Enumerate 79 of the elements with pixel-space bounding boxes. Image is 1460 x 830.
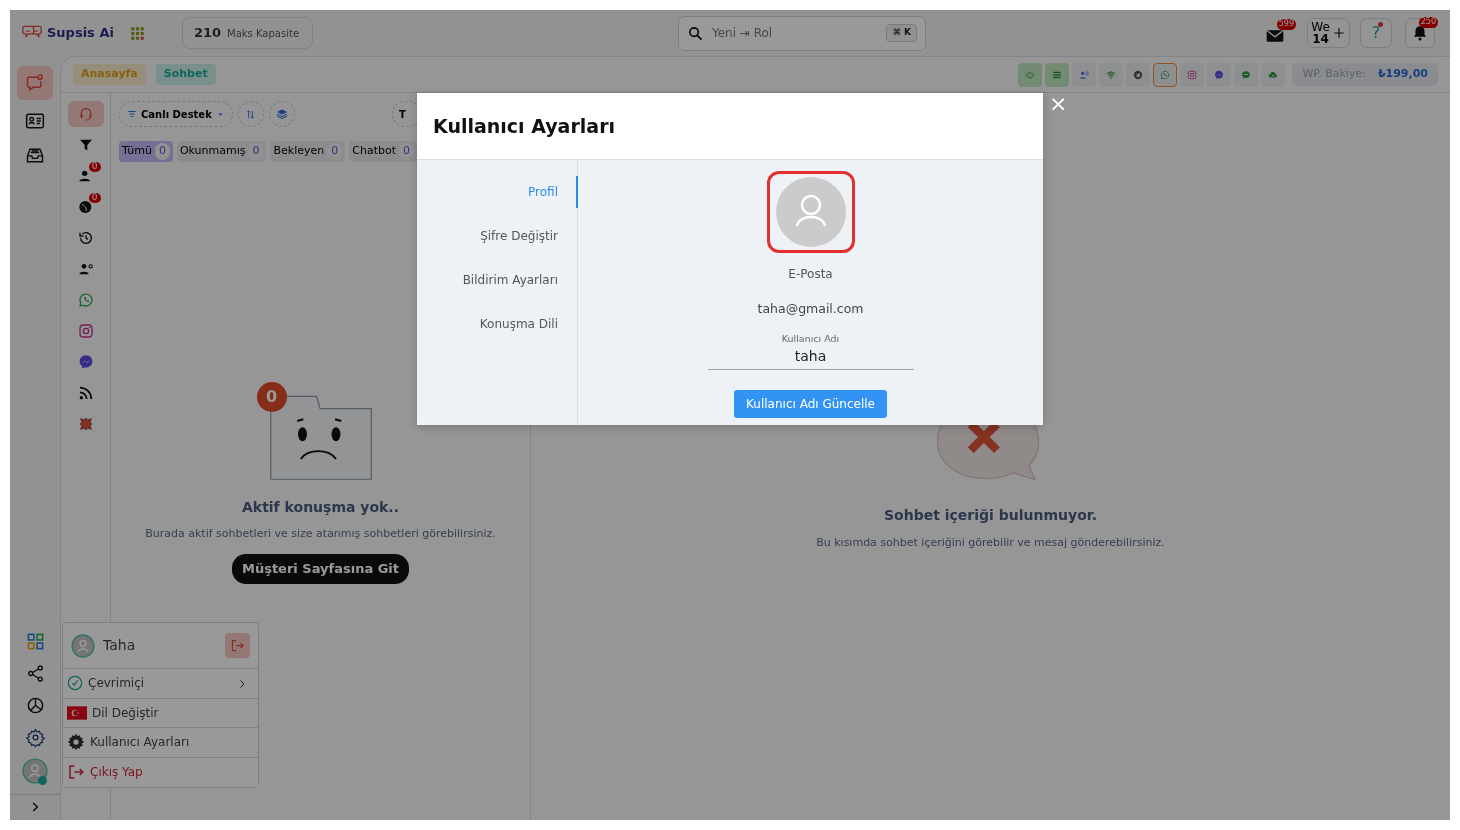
channel-button[interactable]	[1153, 62, 1178, 87]
email-label: E-Posta	[788, 266, 833, 283]
settings-tab[interactable]: Profil	[417, 176, 578, 208]
flag-icon	[67, 705, 87, 720]
empty-title: Sohbet içeriği bulunmuyor.	[884, 506, 1097, 525]
channel-button[interactable]	[1207, 62, 1232, 87]
user-gear-icon	[77, 261, 94, 277]
apps-grid-icon	[129, 26, 145, 41]
search-icon	[686, 24, 704, 42]
capacity-value: 210	[193, 24, 222, 43]
channel-button[interactable]	[1234, 62, 1259, 87]
dialog-title: Kullanıcı Ayarları	[433, 113, 615, 139]
logout-icon	[230, 638, 245, 653]
share-icon	[25, 663, 45, 683]
update-username-button[interactable]: Kullanıcı Adı Güncelle	[734, 390, 887, 418]
id-card-icon	[25, 111, 45, 131]
search-field[interactable]: Yeni ⇥ Rol ⌘ K	[677, 15, 926, 51]
empty-title: Aktif konuşma yok..	[242, 497, 399, 517]
logout-button[interactable]	[225, 633, 250, 658]
bell-icon	[1411, 24, 1429, 42]
check-circle-icon	[67, 675, 83, 692]
nav-button[interactable]	[17, 66, 53, 100]
username-label: Kullanıcı Adı	[781, 331, 840, 346]
settings-tab[interactable]: Konuşma Dili	[417, 308, 578, 340]
count-badge: 0	[88, 193, 101, 203]
shortcut-key: ⌘ K	[886, 24, 917, 42]
channel-button[interactable]	[1099, 62, 1124, 87]
channel-filter-button[interactable]: 0	[67, 194, 104, 220]
notification-dot	[1378, 22, 1383, 27]
camera-icon	[77, 323, 94, 339]
channel-button[interactable]	[1261, 62, 1286, 87]
channel-button[interactable]	[1126, 62, 1151, 87]
history-icon	[77, 230, 94, 246]
username-field[interactable]: taha	[707, 346, 914, 370]
filter-lines-icon	[127, 109, 137, 119]
count-badge: 0	[256, 381, 287, 412]
empty-description: Bu kısımda sohbet içeriğini görebilir ve mesaj gönderebilirsiniz.	[816, 535, 1165, 551]
empty-description: Burada aktif sohbetleri ve size atanmış sohbetleri görebilirsiniz.	[145, 525, 496, 542]
channel-button[interactable]	[1045, 62, 1070, 87]
pie-chart-icon	[25, 695, 45, 715]
chat-bubble-icon	[25, 73, 45, 93]
conversation-tab[interactable]: Tümü 0	[119, 141, 173, 162]
capacity-label: Maks Kapasite	[227, 26, 300, 41]
notification-badge: 250	[1418, 17, 1438, 28]
user-name: Taha	[103, 636, 136, 655]
channel-filter-button[interactable]: 0	[67, 163, 104, 189]
close-button[interactable]: ×	[1047, 93, 1070, 115]
channel-button[interactable]	[1072, 62, 1097, 87]
conversation-tab[interactable]: Chatbot 0	[349, 141, 417, 162]
notifications-button[interactable]: 250	[1405, 18, 1435, 48]
mail-badge: 599	[1276, 19, 1296, 30]
sort-icon	[245, 108, 257, 120]
layers-icon	[275, 108, 288, 120]
day-number: 14	[1311, 33, 1330, 45]
rss-icon	[77, 385, 94, 401]
brand-name: Supsis Ai	[47, 24, 114, 43]
settings-tab[interactable]: Şifre Değiştir	[417, 220, 578, 252]
avatar-icon	[71, 633, 95, 658]
conversation-tab[interactable]: Okunmamış 0	[176, 141, 267, 162]
avatar-icon	[775, 177, 846, 247]
channel-button[interactable]	[1180, 62, 1205, 87]
customer-page-button[interactable]: Müşteri Sayfasına Git	[231, 554, 410, 584]
settings-icon	[25, 727, 45, 747]
phone-bubble-icon	[77, 292, 94, 308]
avatar-icon	[22, 758, 48, 784]
grid-icon	[25, 631, 45, 651]
conversation-tab[interactable]: Bekleyen 0	[270, 141, 346, 162]
day-name: We	[1311, 21, 1330, 33]
inbox-icon	[25, 145, 45, 165]
lightning-bubble-icon	[77, 354, 94, 370]
settings-tab[interactable]: Bildirim Ayarları	[417, 264, 578, 296]
count-badge: 0	[88, 162, 101, 172]
settings-icon	[67, 733, 85, 752]
balance-amount: ₺199,00	[1377, 66, 1428, 83]
email-value: taha@gmail.com	[757, 300, 864, 318]
calendar-button[interactable]: We 14	[1307, 18, 1350, 48]
logout-icon	[67, 763, 85, 782]
plus-icon	[1331, 26, 1346, 40]
search-input[interactable]: Yeni ⇥ Rol	[709, 23, 881, 43]
